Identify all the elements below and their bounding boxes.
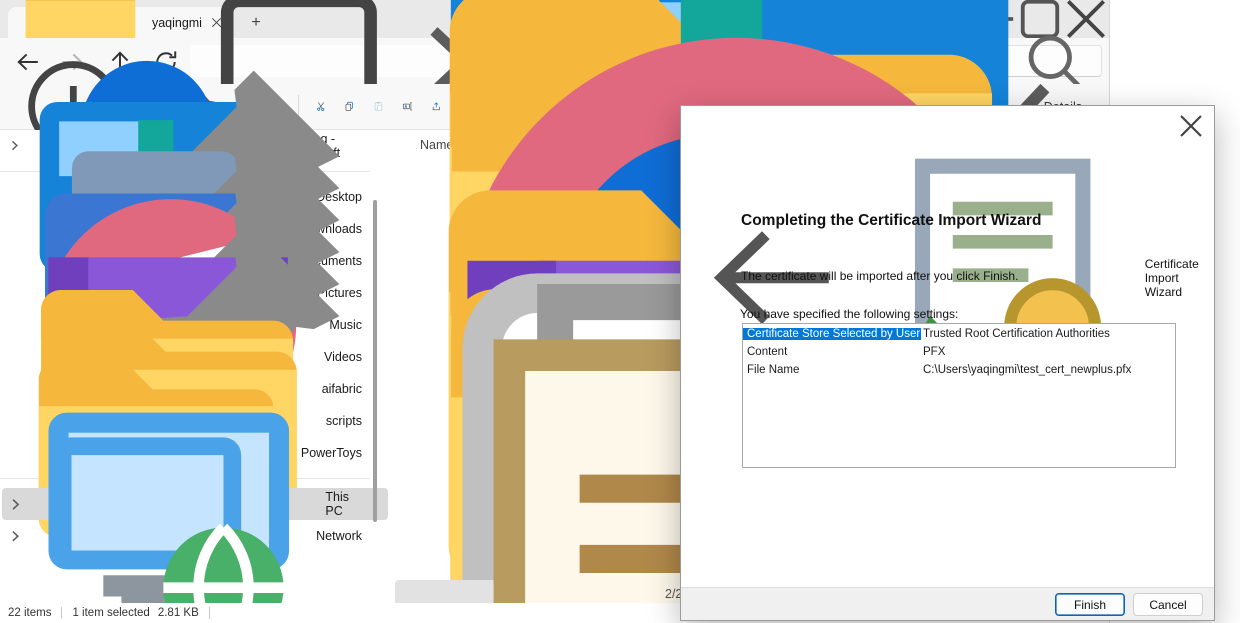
cancel-button[interactable]: Cancel [1133, 593, 1203, 616]
status-separator [209, 607, 210, 619]
closex-icon [1178, 113, 1204, 139]
network-icon [22, 395, 305, 623]
navigation-pane: Yaqing - Microsoft Desktop Downloads Doc… [0, 130, 390, 603]
chevron-right-icon[interactable] [8, 497, 23, 512]
dialog-intro-text: The certificate will be imported after y… [741, 269, 1018, 283]
settings-table[interactable]: Certificate Store Selected by User Trust… [742, 323, 1176, 468]
setting-value: C:\Users\yaqingmi\test_cert_newplus.pfx [921, 364, 1175, 376]
setting-key: File Name [743, 364, 921, 376]
selection-size: 2.81 KB [158, 607, 199, 619]
setting-value: PFX [921, 346, 1175, 358]
chevron-right-icon[interactable] [8, 529, 22, 543]
sidebar-item-network[interactable]: Network [2, 520, 388, 552]
status-separator [61, 607, 62, 619]
setting-key: Certificate Store Selected by User [743, 328, 921, 340]
paste-button[interactable] [364, 90, 393, 124]
chevr-icon [8, 497, 23, 512]
settings-row[interactable]: Certificate Store Selected by User Trust… [743, 325, 1175, 342]
chevr-icon [8, 529, 22, 543]
setting-value: Trusted Root Certification Authorities [921, 328, 1175, 340]
certificate-import-wizard-dialog: Certificate Import Wizard Completing the… [680, 105, 1215, 621]
sidebar-item-label: Network [316, 529, 362, 543]
sidebar-item-label: This PC [325, 490, 362, 518]
chevr-icon [8, 139, 21, 152]
settings-row[interactable]: Content PFX [743, 343, 1175, 360]
selection-count: 1 item selected [72, 607, 149, 619]
sidebar-item-label: aifabric [322, 382, 362, 396]
finish-button[interactable]: Finish [1055, 593, 1125, 616]
dialog-title: Certificate Import Wizard [1145, 257, 1214, 299]
setting-key: Content [743, 346, 921, 358]
sidebar-tree-list: This PC Network [0, 488, 390, 552]
screen: yaqingmi + This PCWindows (C:)Usersyaqin… [0, 0, 1240, 623]
paste-icon [373, 101, 384, 112]
settings-caption: You have specified the following setting… [740, 307, 958, 321]
dialog-footer: Finish Cancel [681, 587, 1214, 620]
dialog-heading: Completing the Certificate Import Wizard [741, 212, 1041, 230]
chevron-right-icon[interactable] [8, 139, 21, 152]
dialog-close-button[interactable] [1178, 114, 1204, 138]
settings-row[interactable]: File Name C:\Users\yaqingmi\test_cert_ne… [743, 361, 1175, 378]
sidebar-item-label: scripts [326, 414, 362, 428]
sidebar-scrollbar[interactable] [373, 200, 377, 522]
items-count: 22 items [8, 607, 51, 619]
